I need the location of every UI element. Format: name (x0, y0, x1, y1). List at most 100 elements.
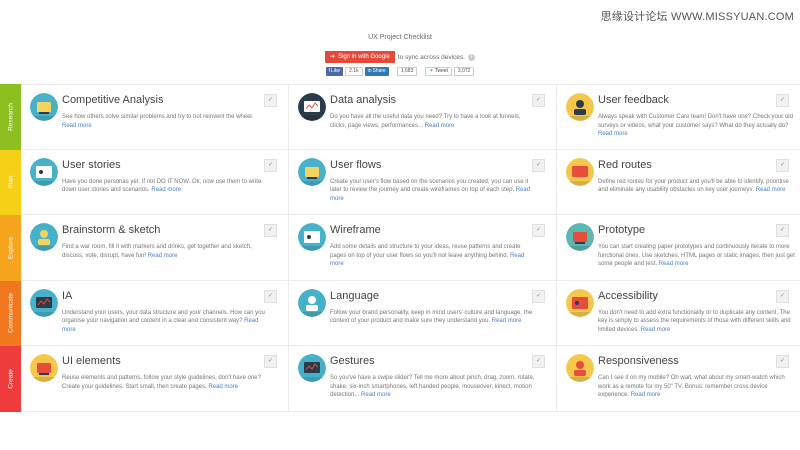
checklist-card: Brainstorm & sketch Find a war room, fill… (21, 215, 289, 280)
card-description: Reuse elements and patterns, follow your… (62, 375, 261, 390)
checklist-card: UI elements Reuse elements and patterns, … (21, 346, 289, 411)
checklist-row: IA Understand your users, your data struc… (21, 280, 800, 346)
user-feedback-icon (566, 93, 594, 121)
phase-label: Research (7, 102, 14, 131)
check-toggle-button[interactable]: ✓ (776, 94, 789, 107)
checklist-row: Competitive Analysis See how others solve… (21, 84, 800, 150)
read-more-link[interactable]: Read more (151, 187, 181, 193)
read-more-link[interactable]: Read more (148, 253, 178, 259)
read-more-link[interactable]: Read more (62, 123, 92, 129)
check-toggle-button[interactable]: ✓ (532, 158, 545, 172)
facebook-like-label: Like (330, 68, 341, 74)
check-toggle-button[interactable]: ✓ (264, 355, 277, 368)
checklist-card: Prototype You can start creating paper pr… (557, 215, 800, 280)
linkedin-share-label: Share (372, 68, 386, 74)
card-description: Always speak with Customer Care team! Do… (598, 114, 793, 138)
checklist-card: Responsiveness Can I see it on my mobile?… (557, 346, 800, 411)
ui-elements-icon (30, 354, 58, 382)
read-more-link[interactable]: Read more (756, 187, 786, 193)
facebook-icon: f (328, 68, 330, 74)
card-description: Add some details and structure to your i… (330, 244, 525, 268)
read-more-link[interactable]: Read more (492, 318, 522, 324)
checklist-row: Brainstorm & sketch Find a war room, fill… (21, 215, 800, 281)
check-toggle-button[interactable]: ✓ (776, 289, 789, 303)
card-description: Can I see it on my mobile? Oh wait, what… (598, 375, 785, 399)
responsiveness-icon (566, 354, 594, 382)
page-title: UX Project Checklist (368, 34, 432, 41)
checklist-card: Data analysis Do you have all the useful … (289, 85, 557, 149)
card-description: Have you done personas yet. If not DO IT… (62, 178, 262, 194)
check-toggle-button[interactable]: ✓ (776, 158, 789, 172)
checklist-row: UI elements Reuse elements and patterns, … (21, 346, 800, 412)
card-title: Accessibility (598, 289, 658, 302)
checklist-card: User flows Create your user's flow based … (289, 149, 557, 214)
check-toggle-button[interactable]: ✓ (532, 355, 545, 368)
check-toggle-button[interactable]: ✓ (776, 224, 789, 237)
check-toggle-button[interactable]: ✓ (264, 289, 277, 303)
brainstorm-icon (30, 223, 58, 251)
card-title: IA (62, 289, 73, 302)
linkedin-count: 1,683 (396, 67, 418, 76)
card-title: UI elements (62, 355, 121, 367)
google-signin-button[interactable]: ➜ Sign in with Google (325, 51, 395, 63)
phase-communicate: Communicate (0, 280, 21, 346)
wireframe-icon (298, 223, 326, 251)
card-description: Define red routes for your product and y… (598, 178, 789, 194)
card-description: Understand your users, your data structu… (62, 309, 265, 333)
card-description: You can start creating paper prototypes … (598, 244, 795, 268)
card-description: Follow your brand personality, keep in m… (330, 309, 533, 325)
twitter-tweet-button[interactable]: ✦ Tweet (425, 67, 452, 76)
read-more-link[interactable]: Read more (598, 131, 628, 137)
check-toggle-button[interactable]: ✓ (532, 224, 545, 237)
google-icon: ➜ (330, 54, 336, 60)
checklist-card: User feedback Always speak with Customer … (557, 85, 800, 149)
google-signin-label: Sign in with Google (338, 54, 390, 60)
facebook-count: 2.1k (345, 67, 363, 76)
data-analysis-icon (298, 93, 326, 121)
check-toggle-button[interactable]: ✓ (776, 355, 789, 368)
card-description: So you've have a swipe slider? Tell me m… (330, 375, 535, 399)
check-toggle-button[interactable]: ✓ (264, 224, 277, 237)
phase-label: Create (7, 368, 14, 389)
read-more-link[interactable]: Read more (641, 327, 671, 333)
twitter-tweet-label: Tweet (434, 68, 448, 74)
card-title: Competitive Analysis (62, 94, 164, 106)
phase-explore: Explore (0, 215, 21, 281)
card-title: Prototype (598, 224, 646, 236)
user-flows-icon (298, 157, 326, 186)
checklist-card: Wireframe Add some details and structure … (289, 215, 557, 280)
check-toggle-button[interactable]: ✓ (264, 94, 277, 107)
card-title: User flows (330, 158, 382, 171)
sync-text: to sync across devices. (397, 53, 465, 61)
card-description: See how others solve similar problems an… (62, 114, 254, 129)
checklist-card: Accessibility You don't need to add extra… (557, 281, 800, 346)
read-more-link[interactable]: Read more (659, 261, 689, 267)
competitive-analysis-icon (30, 93, 58, 121)
card-title: User stories (62, 158, 121, 171)
info-icon[interactable]: i (467, 53, 475, 61)
gestures-icon (298, 354, 326, 382)
accessibility-icon (566, 288, 594, 317)
check-toggle-button[interactable]: ✓ (264, 158, 277, 172)
linkedin-share-button[interactable]: in Share (364, 67, 389, 76)
phase-plan: Plan (0, 149, 21, 215)
check-toggle-button[interactable]: ✓ (532, 289, 545, 303)
card-description: Create your user's flow based on the sce… (330, 178, 531, 202)
twitter-icon: ✦ (429, 68, 434, 74)
read-more-link[interactable]: Read more (631, 392, 661, 398)
card-description: Find a war room, fill it with markers an… (62, 244, 252, 259)
card-title: User feedback (598, 94, 669, 106)
read-more-link[interactable]: Read more (208, 384, 238, 390)
read-more-link[interactable]: Read more (425, 123, 455, 129)
check-toggle-button[interactable]: ✓ (532, 94, 545, 107)
card-title: Gestures (330, 355, 375, 367)
read-more-link[interactable]: Read more (361, 392, 391, 398)
facebook-like-button[interactable]: f Like (325, 67, 344, 76)
card-title: Brainstorm & sketch (62, 224, 161, 236)
checklist-card: Gestures So you've have a swipe slider? T… (289, 346, 557, 411)
checklist-row: User stories Have you done personas yet. … (21, 149, 800, 215)
phase-label: Communicate (7, 293, 14, 334)
language-icon (298, 288, 326, 317)
card-title: Red routes (598, 158, 652, 171)
red-routes-icon (566, 157, 594, 186)
